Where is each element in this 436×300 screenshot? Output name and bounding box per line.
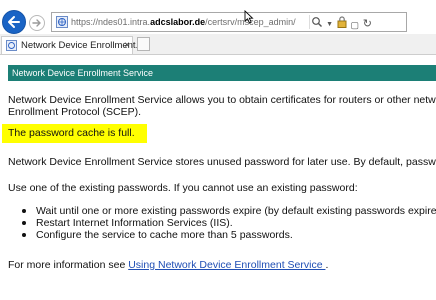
more-info-text: For more information see Using Network D…: [8, 259, 328, 271]
back-button[interactable]: [2, 10, 26, 34]
options-list: Wait until one or more existing password…: [20, 205, 436, 241]
url-scheme: https://: [71, 17, 99, 27]
url-host-domain: adcslabor.de: [150, 17, 206, 27]
address-bar[interactable]: https://ndes01.intra.adcslabor.de/certsr…: [51, 12, 407, 32]
globe-icon: [56, 16, 68, 28]
intro-text-line2: Enrollment Protocol (SCEP).: [8, 106, 142, 118]
page-favicon-icon: [6, 40, 17, 51]
list-item: Restart Internet Information Services (I…: [20, 217, 436, 229]
forward-arrow-icon: [32, 19, 41, 27]
explanation-text: Network Device Enrollment Service stores…: [8, 156, 436, 168]
url-text[interactable]: https://ndes01.intra.adcslabor.de/certsr…: [71, 13, 296, 31]
more-info-link[interactable]: Using Network Device Enrollment Service: [128, 259, 325, 271]
more-info-suffix: .: [325, 259, 329, 271]
intro-text-line1: Network Device Enrollment Service allows…: [8, 94, 436, 106]
page-content: Network Device Enrollment Service Networ…: [0, 55, 436, 300]
search-icon[interactable]: [311, 16, 323, 28]
status-message: The password cache is full.: [2, 124, 147, 143]
tab-close-button[interactable]: ×: [124, 37, 130, 54]
instruction-text: Use one of the existing passwords. If yo…: [8, 182, 358, 194]
dropdown-icon[interactable]: ▼: [326, 16, 333, 31]
list-item: Wait until one or more existing password…: [20, 205, 436, 217]
list-item: Configure the service to cache more than…: [20, 229, 436, 241]
refresh-icon[interactable]: ↻: [363, 15, 372, 31]
mouse-cursor-icon: [244, 10, 254, 24]
service-banner: Network Device Enrollment Service: [8, 65, 436, 81]
address-divider: [309, 15, 310, 29]
new-tab-icon[interactable]: [137, 37, 150, 51]
tab-strip: Network Device Enrollment... ×: [0, 34, 436, 55]
back-arrow-icon: [8, 16, 20, 28]
url-host-prefix: ndes01.intra.: [98, 17, 151, 27]
lock-icon[interactable]: [337, 16, 347, 28]
more-info-prefix: For more information see: [8, 259, 129, 271]
forward-button[interactable]: [29, 15, 45, 31]
browser-toolbar: https://ndes01.intra.adcslabor.de/certsr…: [0, 0, 436, 34]
tab-ndes[interactable]: Network Device Enrollment... ×: [1, 36, 143, 54]
certificate-icon[interactable]: ▢: [350, 16, 359, 31]
